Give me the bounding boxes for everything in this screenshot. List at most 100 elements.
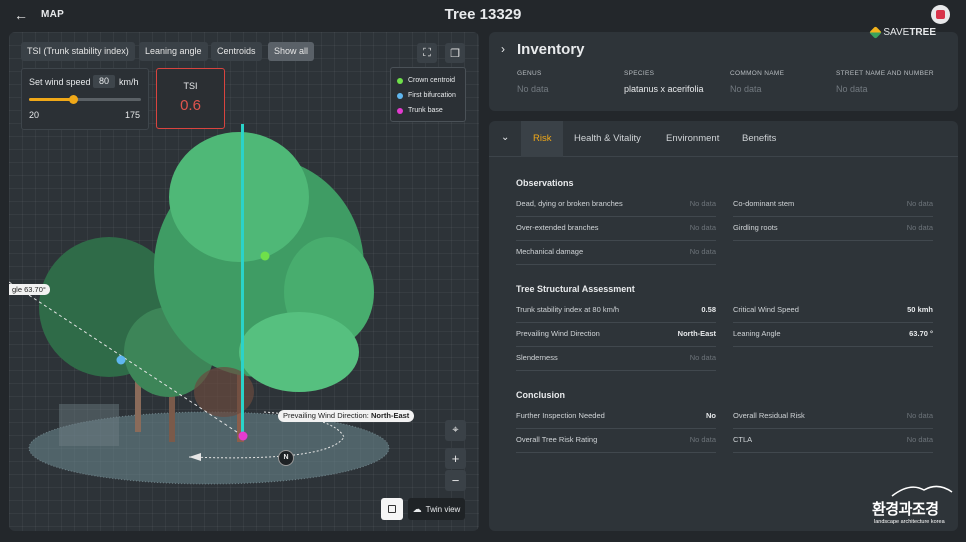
tab-benefits[interactable]: Benefits [730, 121, 788, 157]
wind-speed-slider-thumb[interactable] [68, 95, 78, 104]
assessment-value: No data [689, 199, 716, 208]
zoom-in-button[interactable]: + [445, 448, 466, 469]
page-title: Tree 13329 [444, 6, 522, 23]
assessment-row: Slenderness No data [516, 348, 716, 371]
assessment-value: 0.58 [701, 305, 716, 314]
assessment-row: Leaning Angle 63.70 ° [733, 324, 933, 347]
crown-points-top [169, 132, 309, 262]
tsi-card: TSI 0.6 [156, 68, 225, 129]
assessment-label: Girdling roots [733, 223, 778, 232]
chip-leaning-angle[interactable]: Leaning angle [139, 42, 208, 61]
chip-tsi[interactable]: TSI (Trunk stability index) [21, 42, 135, 61]
zoom-out-button[interactable]: − [445, 470, 466, 491]
chevron-down-icon[interactable]: ⌄ [501, 132, 509, 143]
assessment-row: Prevailing Wind Direction North-East [516, 324, 716, 347]
section-title: Observations [516, 178, 574, 188]
brand-suffix: TREE [909, 27, 936, 38]
assessment-label: Over-extended branches [516, 223, 599, 232]
chevron-right-icon[interactable]: › [501, 42, 505, 56]
legend-label: First bifurcation [408, 92, 456, 99]
inventory-panel: › Inventory SAVE TREE GENUS No data SPECIES… [489, 26, 958, 111]
crown-centroid-marker[interactable] [260, 251, 270, 261]
inventory-field-label: GENUS [517, 70, 542, 77]
assessment-label: Leaning Angle [733, 329, 781, 338]
leaning-angle-tag: gle 63.70° [9, 284, 50, 295]
wind-speed-min: 20 [29, 110, 40, 120]
assessment-label: Mechanical damage [516, 247, 584, 256]
first-bifurcation-marker[interactable] [116, 355, 126, 365]
wind-speed-label: Set wind speed [29, 77, 91, 87]
inventory-field-label: COMMON NAME [730, 70, 785, 77]
avatar-icon [936, 10, 945, 19]
crown-points-front [239, 312, 359, 392]
assessment-row: Dead, dying or broken branches No data [516, 194, 716, 217]
leaf-icon [869, 26, 883, 39]
copy-icon[interactable]: ❐ [445, 43, 465, 63]
assessment-label: CTLA [733, 435, 753, 444]
wind-speed-slider-fill [29, 98, 73, 101]
section-title: Conclusion [516, 390, 565, 400]
assessment-label: Dead, dying or broken branches [516, 199, 623, 208]
wind-speed-unit: km/h [119, 77, 139, 87]
assessment-row: Co-dominant stem No data [733, 194, 933, 217]
assessment-value: No data [689, 353, 716, 362]
wind-speed-control: Set wind speed 80 km/h 20 175 [21, 68, 149, 130]
wind-speed-input[interactable]: 80 [93, 75, 115, 88]
wind-tag-value: North-East [370, 411, 410, 420]
publisher-logo: 환경과조경 landscape architecture korea [872, 484, 956, 530]
assessment-row: Overall Residual Risk No data [733, 406, 933, 429]
fullscreen-icon[interactable]: ⛶ [417, 43, 437, 63]
brand-prefix: SAVE [883, 27, 910, 38]
assessment-value: No data [689, 223, 716, 232]
first-bifurcation-dot-icon [397, 92, 403, 99]
twin-view-label: Twin view [425, 504, 461, 514]
assessment-value: No data [906, 435, 933, 444]
legend-item-trunk-base: Trunk base [397, 103, 465, 118]
north-compass-icon[interactable]: N [278, 450, 294, 466]
tab-environment[interactable]: Environment [654, 121, 731, 157]
assessment-value: 50 kmh [907, 305, 933, 314]
mountain-logo-icon [891, 485, 953, 497]
cloud-icon: ☁ [412, 503, 422, 514]
chip-centroids[interactable]: Centroids [211, 42, 262, 61]
chip-show-all[interactable]: Show all [268, 42, 315, 61]
assessment-row: Critical Wind Speed 50 kmh [733, 300, 933, 323]
view-toggle-button[interactable] [381, 498, 403, 520]
wind-speed-max: 175 [124, 110, 140, 120]
trunk-shadow [194, 367, 254, 417]
assessment-label: Overall Tree Risk Rating [516, 435, 598, 444]
inventory-field-value: platanus x acerifolia [624, 84, 704, 94]
wind-tag-prefix: Prevailing Wind Direction: [283, 411, 371, 420]
user-avatar[interactable] [931, 5, 950, 24]
assessment-row: Overall Tree Risk Rating No data [516, 430, 716, 453]
assessment-label: Critical Wind Speed [733, 305, 799, 314]
point-cloud-viewer[interactable]: TSI (Trunk stability index) Leaning angl… [9, 32, 479, 531]
assessment-value: No data [906, 411, 933, 420]
assessment-label: Co-dominant stem [733, 199, 795, 208]
legend-label: Crown centroid [408, 77, 456, 84]
assessment-value: No data [689, 247, 716, 256]
assessment-value: 63.70 ° [909, 329, 933, 338]
tab-health-vitality[interactable]: Health & Vitality [562, 121, 653, 157]
wind-speed-slider[interactable] [29, 95, 141, 104]
assessment-label: Overall Residual Risk [733, 411, 805, 420]
recenter-icon[interactable]: ⌖ [445, 420, 466, 441]
wind-direction-tag: Prevailing Wind Direction: North-East [278, 410, 415, 422]
trunk-base-marker[interactable] [238, 431, 248, 441]
trunk-base-dot-icon [397, 107, 403, 114]
twin-view-button[interactable]: ☁ Twin view [408, 498, 465, 520]
assessment-row: CTLA No data [733, 430, 933, 453]
assessment-row: Trunk stability index at 80 km/h 0.58 [516, 300, 716, 323]
inventory-title: Inventory [517, 41, 585, 58]
top-bar: ← MAP Tree 13329 [0, 0, 966, 30]
inventory-field-label: STREET NAME AND NUMBER [836, 70, 934, 77]
tab-risk[interactable]: Risk [521, 121, 564, 157]
square-icon [388, 505, 396, 513]
assessment-label: Slenderness [516, 353, 558, 362]
assessment-row: Girdling roots No data [733, 218, 933, 241]
assessment-row: Mechanical damage No data [516, 242, 716, 265]
assessment-value: No data [906, 199, 933, 208]
legend: Crown centroid First bifurcation Trunk b… [390, 67, 466, 122]
legend-label: Trunk base [408, 107, 443, 114]
assessment-label: Trunk stability index at 80 km/h [516, 305, 620, 314]
